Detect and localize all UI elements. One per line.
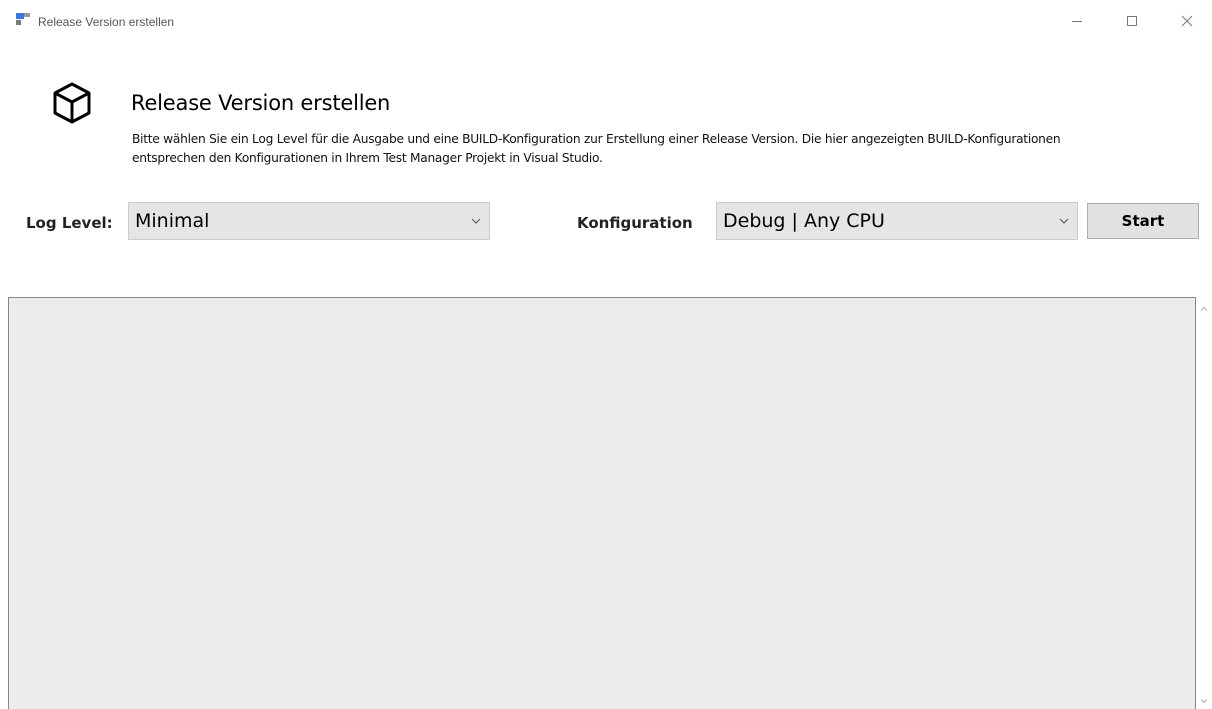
vertical-scrollbar[interactable] [1196, 297, 1212, 709]
chevron-down-icon [471, 218, 481, 224]
log-level-label: Log Level: [26, 214, 113, 232]
maximize-icon [1127, 16, 1137, 26]
log-level-select[interactable]: Minimal [128, 202, 490, 240]
config-value: Debug | Any CPU [723, 210, 885, 232]
maximize-button[interactable] [1109, 6, 1155, 36]
page-title: Release Version erstellen [131, 91, 391, 115]
log-level-value: Minimal [135, 210, 210, 232]
release-window: Release Version erstellen Release Versio… [0, 0, 1212, 709]
output-log[interactable] [8, 297, 1196, 709]
scroll-up-icon[interactable] [1196, 301, 1212, 317]
window-title: Release Version erstellen [38, 15, 175, 29]
minimize-icon [1072, 21, 1082, 22]
close-icon [1181, 15, 1193, 27]
config-label: Konfiguration [577, 214, 693, 232]
cube-icon [53, 82, 91, 124]
title-bar[interactable]: Release Version erstellen [0, 0, 1212, 44]
scroll-down-icon[interactable] [1196, 693, 1212, 709]
app-window-icon [16, 13, 30, 25]
minimize-button[interactable] [1054, 6, 1100, 36]
config-select[interactable]: Debug | Any CPU [716, 202, 1078, 240]
start-button[interactable]: Start [1087, 203, 1199, 239]
close-button[interactable] [1164, 6, 1210, 36]
chevron-down-icon [1059, 218, 1069, 224]
page-description: Bitte wählen Sie ein Log Level für die A… [132, 132, 1061, 165]
